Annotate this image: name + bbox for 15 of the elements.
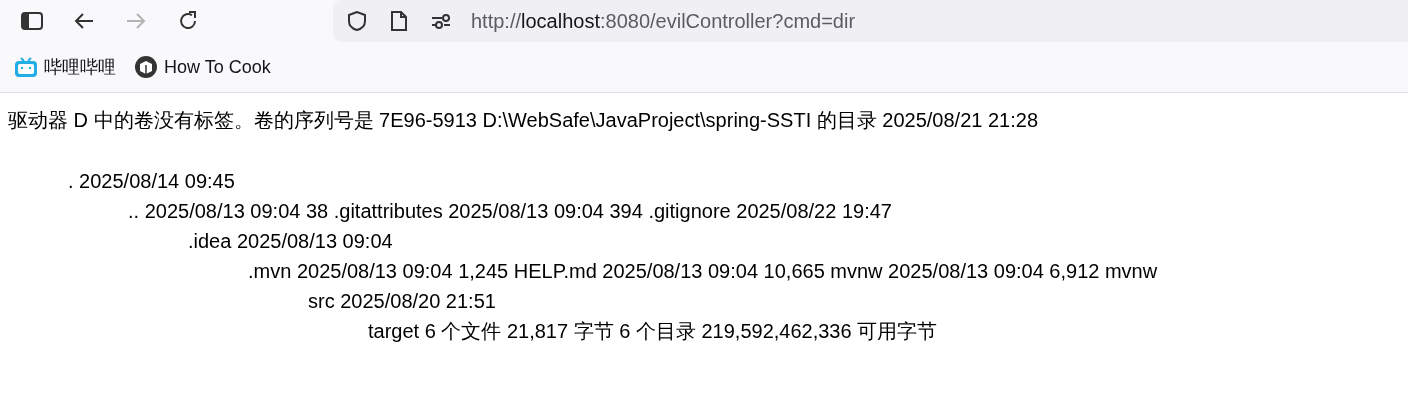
- shield-icon[interactable]: [345, 9, 369, 33]
- tv-face-icon: [14, 56, 38, 78]
- bookmark[interactable]: How To Cook: [134, 55, 271, 79]
- address-bar[interactable]: http://localhost:8080/evilController?cmd=dir: [333, 0, 1408, 42]
- directory-line: target 6 个文件 21,817 字节 6 个目录 219,592,462,336 可用字节: [368, 319, 938, 344]
- book-icon: [134, 55, 158, 79]
- directory-line: .. 2025/08/13 09:04 38 .gitattributes 2025/08/13 09:04 394 .gitignore 2025/08/22 19:47: [128, 199, 892, 224]
- bookmark[interactable]: 哔哩哔哩: [14, 55, 116, 79]
- directory-line: .mvn 2025/08/13 09:04 1,245 HELP.md 2025/08/13 09:04 10,665 mvnw 2025/08/13 09:04 6,912 mvnw: [248, 259, 1158, 284]
- directory-line: .idea 2025/08/13 09:04: [188, 229, 393, 254]
- directory-heading: 驱动器 D 中的卷没有标签。卷的序列号是 7E96-5913 D:\WebSafe\JavaProject\spring-SSTI 的目录 2025/08/21 21:28: [8, 108, 1039, 133]
- url-text: http://localhost:8080/evilController?cmd=dir: [471, 9, 856, 33]
- directory-line: . 2025/08/14 09:45: [68, 169, 235, 194]
- directory-line: src 2025/08/20 21:51: [308, 289, 496, 314]
- sidebar-icon[interactable]: [20, 9, 44, 33]
